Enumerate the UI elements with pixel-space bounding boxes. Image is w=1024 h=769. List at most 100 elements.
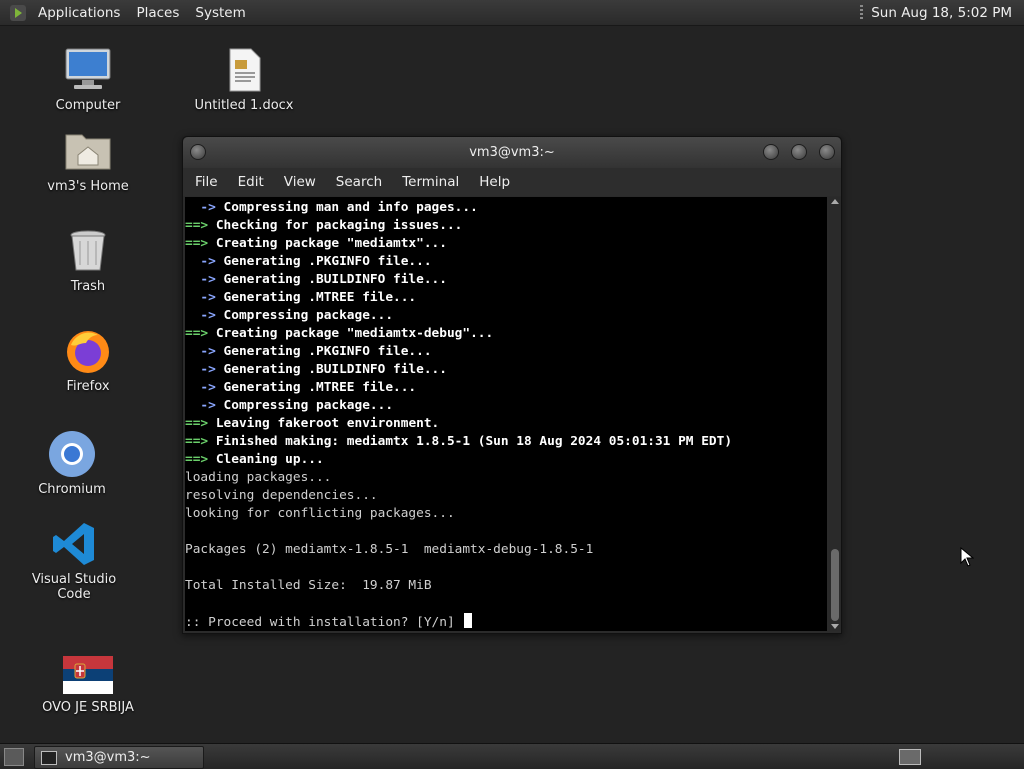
close-button[interactable] (819, 144, 835, 160)
clock[interactable]: Sun Aug 18, 5:02 PM (871, 5, 1012, 21)
line-text: Checking for packaging issues... (215, 218, 463, 233)
terminal-line: -> Generating .MTREE file... (185, 289, 732, 307)
terminal-icon (41, 750, 57, 765)
show-desktop-icon[interactable] (4, 748, 24, 766)
line-text (185, 596, 193, 611)
terminal-line: :: Proceed with installation? [Y/n] (185, 613, 732, 631)
menu-view[interactable]: View (274, 174, 326, 190)
menu-places[interactable]: Places (128, 5, 187, 21)
terminal-window[interactable]: vm3@vm3:~ File Edit View Search Terminal… (182, 136, 842, 634)
menu-search[interactable]: Search (326, 174, 392, 190)
desktop-icon-home[interactable]: vm3's Home (33, 127, 143, 194)
line-text (185, 524, 193, 539)
terminal-scrollbar[interactable] (829, 197, 841, 631)
line-prefix: ==> (185, 434, 216, 449)
workspace-switcher[interactable] (899, 749, 921, 765)
mouse-pointer-icon (960, 547, 974, 567)
terminal-line: Total Installed Size: 19.87 MiB (185, 577, 732, 595)
line-prefix: ==> (185, 452, 216, 467)
computer-icon (64, 46, 112, 94)
desktop-icon-label: Computer (55, 98, 121, 113)
desktop-icon-firefox[interactable]: Firefox (33, 327, 143, 394)
applications-logo-icon[interactable] (10, 4, 26, 21)
panel-separator (860, 4, 864, 21)
line-text: Generating .PKGINFO file... (223, 344, 432, 359)
line-prefix: -> (185, 254, 224, 269)
terminal-line: -> Generating .PKGINFO file... (185, 343, 732, 361)
line-prefix: ==> (185, 218, 216, 233)
line-text: Compressing man and info pages... (223, 200, 478, 215)
line-text: Generating .PKGINFO file... (223, 254, 432, 269)
desktop-icon-label: vm3's Home (47, 179, 129, 194)
desktop-icon-label: Untitled 1.docx (194, 98, 294, 113)
scroll-thumb[interactable] (831, 549, 839, 621)
menu-file[interactable]: File (185, 174, 228, 190)
serbia-flag-icon (63, 656, 113, 694)
line-prefix: ==> (185, 236, 216, 251)
terminal-line: -> Generating .BUILDINFO file... (185, 271, 732, 289)
line-text: looking for conflicting packages... (185, 506, 455, 521)
line-prefix: -> (185, 200, 224, 215)
desktop-icon-vscode[interactable]: Visual Studio Code (19, 520, 129, 602)
terminal-line: ==> Checking for packaging issues... (185, 217, 732, 235)
terminal-output[interactable]: -> Compressing man and info pages... ==> … (185, 197, 827, 631)
menu-edit[interactable]: Edit (228, 174, 274, 190)
window-titlebar[interactable]: vm3@vm3:~ (183, 137, 841, 168)
line-text: Compressing package... (223, 308, 394, 323)
line-text: Generating .MTREE file... (223, 290, 417, 305)
desktop-icon-trash[interactable]: Trash (33, 227, 143, 294)
top-menu: Applications Places System (30, 5, 254, 21)
menu-applications[interactable]: Applications (30, 5, 128, 21)
bottom-panel: vm3@vm3:~ (0, 743, 1024, 769)
desktop-icon-label: Chromium (38, 482, 106, 497)
terminal-line: -> Compressing man and info pages... (185, 199, 732, 217)
terminal-line: ==> Creating package "mediamtx-debug"... (185, 325, 732, 343)
scroll-up-arrow-icon[interactable] (831, 199, 839, 204)
taskbar-label: vm3@vm3:~ (65, 750, 151, 765)
clock-area: Sun Aug 18, 5:02 PM (860, 4, 1024, 21)
terminal-line: Packages (2) mediamtx-1.8.5-1 mediamtx-d… (185, 541, 732, 559)
terminal-line: -> Generating .BUILDINFO file... (185, 361, 732, 379)
line-prefix: -> (185, 398, 224, 413)
desktop-icon-label: Trash (70, 279, 106, 294)
line-text: Creating package "mediamtx-debug"... (215, 326, 494, 341)
terminal-line: -> Generating .MTREE file... (185, 379, 732, 397)
terminal-line: resolving dependencies... (185, 487, 732, 505)
line-prefix: -> (185, 362, 224, 377)
minimize-button[interactable] (763, 144, 779, 160)
line-text: loading packages... (185, 470, 332, 485)
window-menu-button[interactable] (190, 144, 206, 160)
terminal-line: -> Generating .PKGINFO file... (185, 253, 732, 271)
line-text: Packages (2) mediamtx-1.8.5-1 mediamtx-d… (185, 542, 594, 557)
taskbar-button-terminal[interactable]: vm3@vm3:~ (34, 746, 204, 769)
home-folder-icon (64, 127, 112, 175)
chromium-icon (48, 430, 96, 478)
line-text: Generating .MTREE file... (223, 380, 417, 395)
terminal-line: -> Compressing package... (185, 397, 732, 415)
terminal-line (185, 559, 732, 577)
desktop-icon-label: Firefox (66, 379, 110, 394)
line-prefix: ==> (185, 326, 216, 341)
line-text: Finished making: mediamtx 1.8.5-1 (Sun 1… (215, 434, 733, 449)
menu-help[interactable]: Help (469, 174, 520, 190)
menu-terminal[interactable]: Terminal (392, 174, 469, 190)
line-text: Compressing package... (223, 398, 394, 413)
terminal-line: ==> Cleaning up... (185, 451, 732, 469)
line-prefix: -> (185, 344, 224, 359)
desktop-icon-document[interactable]: Untitled 1.docx (189, 46, 299, 113)
maximize-button[interactable] (791, 144, 807, 160)
line-prefix: -> (185, 308, 224, 323)
terminal-menubar: File Edit View Search Terminal Help (183, 168, 841, 196)
terminal-line: loading packages... (185, 469, 732, 487)
desktop-icon-chromium[interactable]: Chromium (17, 430, 127, 497)
line-text (185, 560, 193, 575)
desktop-icon-serbia[interactable]: OVO JE SRBIJA (33, 656, 143, 715)
scroll-down-arrow-icon[interactable] (831, 624, 839, 629)
desktop-icon-computer[interactable]: Computer (33, 46, 143, 113)
terminal-line: ==> Leaving fakeroot environment. (185, 415, 732, 433)
line-text: Generating .BUILDINFO file... (223, 362, 447, 377)
line-text: Creating package "mediamtx"... (215, 236, 447, 251)
terminal-line: looking for conflicting packages... (185, 505, 732, 523)
line-prefix: -> (185, 380, 224, 395)
menu-system[interactable]: System (187, 5, 253, 21)
